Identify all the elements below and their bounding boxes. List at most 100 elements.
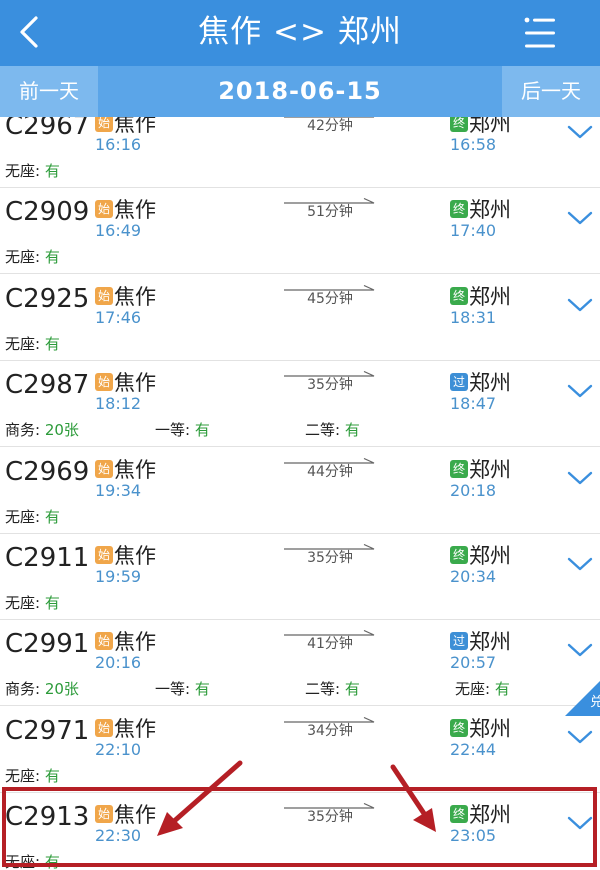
origin-badge: 始	[95, 286, 113, 305]
chevron-down-icon[interactable]	[566, 640, 594, 660]
seat-count: 有	[44, 162, 60, 180]
train-number: C2971	[5, 715, 90, 746]
trip-duration: 35分钟	[307, 809, 353, 826]
list-menu-icon	[524, 17, 555, 48]
seat-availability: 一等: 有	[155, 419, 210, 441]
chevron-down-icon[interactable]	[566, 122, 594, 142]
arrival-time: 20:34	[450, 567, 497, 586]
arrival-time: 16:58	[450, 135, 497, 154]
origin-badge: 始	[95, 546, 113, 564]
departure-time: 22:30	[95, 826, 142, 846]
seat-availability: 二等: 有	[305, 419, 360, 441]
train-number: C2909	[5, 197, 90, 228]
chevron-down-icon[interactable]	[566, 381, 594, 401]
train-row[interactable]: C2913 始焦作 22:30 35分钟终郑州 23:05 无座: 有	[0, 793, 600, 870]
seat-count: 有	[44, 766, 60, 785]
seat-availability: 无座: 有	[5, 160, 60, 182]
arrival-time: 20:57	[450, 653, 497, 673]
train-number: C2925	[5, 283, 90, 314]
seat-count: 20张	[44, 421, 79, 440]
train-row[interactable]: C2967 始焦作 16:16 42分钟终郑州 16:58 无座: 有	[0, 117, 600, 188]
seat-class-label: 无座:	[5, 766, 41, 785]
seat-class-label: 无座:	[5, 334, 41, 353]
prev-day-button[interactable]: 前一天	[0, 66, 98, 117]
arrival-time: 18:47	[450, 394, 497, 414]
destination-badge: 过	[450, 373, 468, 392]
chevron-down-icon[interactable]	[566, 554, 594, 574]
seat-availability: 无座: 有	[5, 333, 60, 355]
departure-time: 18:12	[95, 394, 142, 414]
departure-time: 20:16	[95, 653, 142, 673]
train-number: C2969	[5, 456, 90, 487]
train-row[interactable]: C2987 始焦作 18:12 35分钟过郑州 18:47 商务: 20张 一等: 有二等:…	[0, 361, 600, 448]
seat-availability: 无座: 有	[5, 506, 60, 528]
seat-class-label: 无座:	[5, 162, 41, 180]
trip-duration: 34分钟	[307, 722, 353, 739]
trip-duration: 41分钟	[307, 636, 353, 653]
seat-availability: 无座: 有	[5, 592, 60, 614]
departure-time: 16:16	[95, 135, 142, 154]
origin-badge: 始	[95, 632, 113, 651]
seat-availability: 无座: 有	[455, 678, 510, 700]
menu-button[interactable]	[520, 14, 560, 52]
seat-count: 有	[44, 248, 60, 267]
trip-duration: 51分钟	[307, 204, 353, 221]
destination-badge: 终	[450, 200, 468, 219]
seat-availability: 一等: 有	[155, 678, 210, 700]
train-row[interactable]: C2969 始焦作 19:34 44分钟终郑州 20:18 无座: 有	[0, 447, 600, 534]
train-row[interactable]: C2911 始焦作 19:59 35分钟终郑州 20:34 无座: 有	[0, 534, 600, 620]
chevron-down-icon[interactable]	[566, 208, 594, 228]
seat-class-label: 二等:	[305, 421, 341, 440]
seat-count: 有	[194, 421, 210, 440]
arrival-time: 23:05	[450, 826, 497, 846]
origin-badge: 始	[95, 117, 113, 132]
destination-badge: 终	[450, 117, 468, 132]
trip-duration: 44分钟	[307, 463, 353, 480]
arrival-time: 18:31	[450, 307, 497, 327]
seat-class-label: 商务:	[5, 421, 41, 440]
seat-class-label: 无座:	[455, 680, 491, 699]
chevron-down-icon[interactable]	[566, 727, 594, 747]
destination-badge: 终	[450, 718, 468, 737]
train-list[interactable]: C2967 始焦作 16:16 42分钟终郑州 16:58 无座: 有 C2909 始焦作 16…	[0, 117, 600, 870]
page-title: 焦作 <> 郑州	[198, 14, 402, 50]
origin-badge: 始	[95, 200, 113, 219]
chevron-down-icon[interactable]	[566, 468, 594, 488]
seat-availability: 二等: 有	[305, 678, 360, 700]
train-number: C2987	[5, 370, 90, 401]
destination-badge: 终	[450, 459, 468, 478]
seat-class-label: 无座:	[5, 853, 41, 870]
chevron-down-icon[interactable]	[566, 295, 594, 315]
seat-class-label: 二等:	[305, 680, 341, 699]
trip-duration: 35分钟	[307, 377, 353, 394]
trip-duration: 35分钟	[307, 550, 353, 566]
trip-duration: 45分钟	[307, 290, 353, 307]
destination-badge: 终	[450, 546, 468, 564]
app-header: 焦作 <> 郑州	[0, 0, 600, 66]
corner-tag-label: 兑	[589, 695, 600, 710]
destination-badge: 终	[450, 286, 468, 305]
seat-count: 有	[494, 680, 510, 699]
seat-availability: 无座: 有	[5, 851, 60, 870]
arrival-time: 20:18	[450, 480, 497, 500]
seat-count: 有	[194, 680, 210, 699]
origin-badge: 始	[95, 459, 113, 478]
train-row[interactable]: C2971 始焦作 22:10 34分钟终郑州 22:44 无座: 有	[0, 706, 600, 793]
seat-count: 有	[44, 507, 60, 526]
seat-class-label: 商务:	[5, 680, 41, 699]
chevron-down-icon[interactable]	[566, 813, 594, 833]
origin-badge: 始	[95, 373, 113, 392]
seat-class-label: 无座:	[5, 248, 41, 267]
train-row[interactable]: C2925 始焦作 17:46 45分钟终郑州 18:31 无座: 有	[0, 274, 600, 361]
seat-class-label: 无座:	[5, 594, 41, 612]
departure-time: 22:10	[95, 739, 142, 759]
departure-time: 19:34	[95, 480, 142, 500]
train-row[interactable]: C2991 始焦作 20:16 41分钟过郑州 20:57 商务: 20张 一等: 有二等:…	[0, 620, 600, 707]
seat-count: 有	[344, 680, 360, 699]
seat-count: 有	[44, 594, 60, 612]
seat-availability: 商务: 20张	[5, 678, 79, 700]
next-day-button[interactable]: 后一天	[502, 66, 600, 117]
departure-time: 19:59	[95, 567, 142, 586]
origin-badge: 始	[95, 718, 113, 737]
train-row[interactable]: C2909 始焦作 16:49 51分钟终郑州 17:40 无座: 有	[0, 188, 600, 275]
